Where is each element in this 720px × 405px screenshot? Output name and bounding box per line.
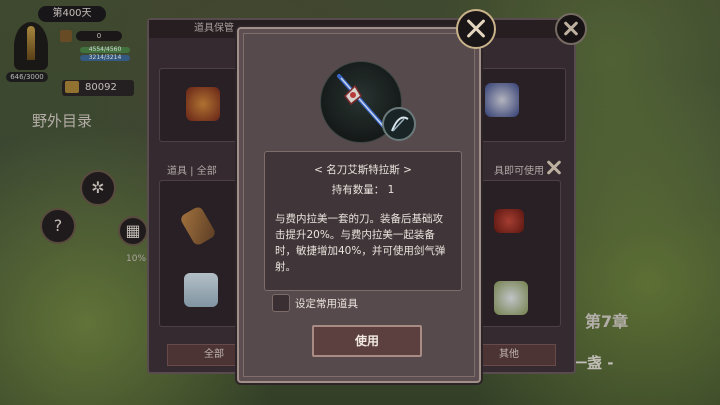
item-description: 与费内拉美一套的刀。装备后基础攻击提升20%。与费内拉美一起装备时，敏捷增加40… [275,213,446,273]
item-name: < 名刀艾斯特拉斯 > [314,164,412,176]
count-label: 持有数量： [331,184,385,196]
use-button[interactable]: 使用 [312,325,422,357]
item-description-box: < 名刀艾斯特拉斯 > 持有数量： 1 与费内拉美一套的刀。装备后基础攻击提升2… [264,151,462,291]
scythe-icon [382,107,416,141]
favorite-checkbox[interactable] [272,294,290,312]
count-value: 1 [387,184,395,196]
favorite-label: 设定常用道具 [295,298,358,310]
item-detail-dialog: < 名刀艾斯特拉斯 > 持有数量： 1 与费内拉美一套的刀。装备后基础攻击提升2… [237,27,481,383]
dialog-close-icon[interactable] [456,9,496,49]
item-count: 持有数量： 1 [265,182,461,197]
